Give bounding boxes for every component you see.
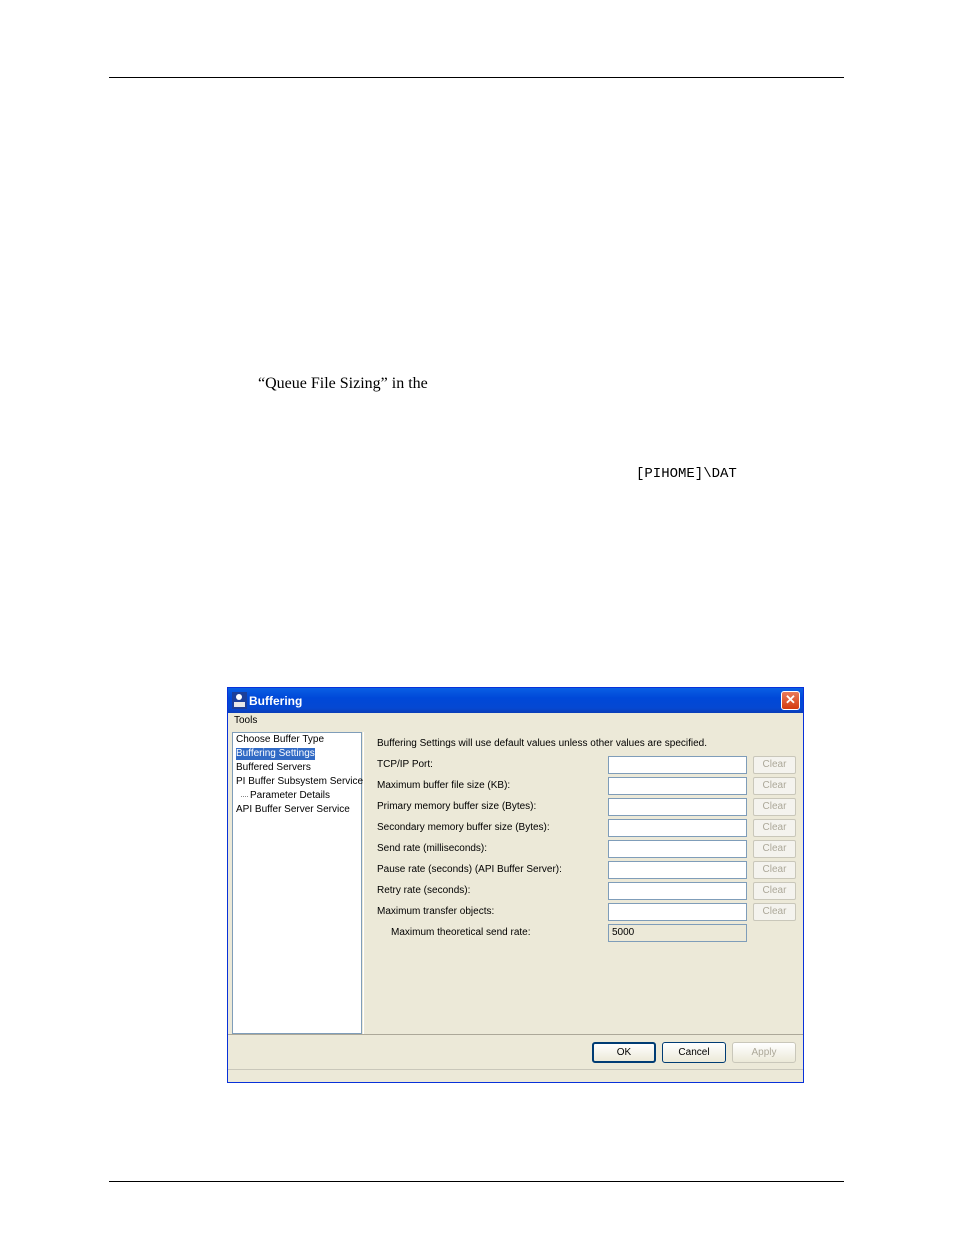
- nav-item-pi-buffer-subsystem-service[interactable]: PI Buffer Subsystem Service: [236, 776, 363, 788]
- max-buffer-file-size-clear-button[interactable]: Clear: [753, 777, 796, 795]
- max-send-rate-label: Maximum theoretical send rate:: [391, 927, 531, 938]
- retry-rate-clear-button[interactable]: Clear: [753, 882, 796, 900]
- pause-rate-input[interactable]: [608, 861, 747, 879]
- close-icon: ✕: [785, 692, 796, 707]
- apply-button[interactable]: Apply: [732, 1042, 796, 1063]
- settings-panel: Buffering Settings will use default valu…: [363, 732, 803, 1034]
- max-transfer-objects-label: Maximum transfer objects:: [377, 906, 495, 917]
- ok-button[interactable]: OK: [592, 1042, 656, 1063]
- path-text-fragment: [PIHOME]\DAT: [636, 466, 737, 482]
- panel-heading: Buffering Settings will use default valu…: [377, 738, 708, 749]
- pause-rate-clear-button[interactable]: Clear: [753, 861, 796, 879]
- max-buffer-file-size-label: Maximum buffer file size (KB):: [377, 780, 511, 791]
- primary-memory-buffer-clear-button[interactable]: Clear: [753, 798, 796, 816]
- secondary-memory-buffer-input[interactable]: [608, 819, 747, 837]
- dialog-title: Buffering: [249, 694, 303, 708]
- max-transfer-objects-input[interactable]: [608, 903, 747, 921]
- retry-rate-label: Retry rate (seconds):: [377, 885, 471, 896]
- primary-memory-buffer-label: Primary memory buffer size (Bytes):: [377, 801, 537, 812]
- close-button[interactable]: ✕: [781, 691, 800, 710]
- header-rule: [109, 77, 844, 78]
- tcp-port-label: TCP/IP Port:: [377, 759, 433, 770]
- max-send-rate-value: 5000: [608, 924, 747, 942]
- send-rate-input[interactable]: [608, 840, 747, 858]
- nav-item-buffering-settings[interactable]: Buffering Settings: [236, 748, 315, 760]
- retry-rate-input[interactable]: [608, 882, 747, 900]
- body-text-fragment: “Queue File Sizing” in the: [258, 375, 428, 392]
- nav-item-buffered-servers[interactable]: Buffered Servers: [236, 762, 311, 774]
- secondary-memory-buffer-label: Secondary memory buffer size (Bytes):: [377, 822, 550, 833]
- tcp-port-clear-button[interactable]: Clear: [753, 756, 796, 774]
- max-buffer-file-size-input[interactable]: [608, 777, 747, 795]
- bottom-divider: [228, 1034, 803, 1035]
- send-rate-label: Send rate (milliseconds):: [377, 843, 488, 854]
- buffering-dialog: Buffering ✕ Tools Choose Buffer Type Buf…: [227, 687, 804, 1083]
- status-bar: [228, 1069, 803, 1083]
- menu-tools[interactable]: Tools: [234, 715, 257, 726]
- tree-connector: [241, 796, 248, 797]
- app-icon: [232, 692, 247, 709]
- cancel-button[interactable]: Cancel: [662, 1042, 726, 1063]
- primary-memory-buffer-input[interactable]: [608, 798, 747, 816]
- send-rate-clear-button[interactable]: Clear: [753, 840, 796, 858]
- footer-rule: [109, 1181, 844, 1182]
- menu-bar: Tools: [228, 713, 803, 731]
- max-transfer-objects-clear-button[interactable]: Clear: [753, 903, 796, 921]
- nav-item-parameter-details[interactable]: Parameter Details: [250, 790, 330, 802]
- secondary-memory-buffer-clear-button[interactable]: Clear: [753, 819, 796, 837]
- title-bar[interactable]: Buffering ✕: [228, 688, 803, 713]
- tcp-port-input[interactable]: [608, 756, 747, 774]
- pause-rate-label: Pause rate (seconds) (API Buffer Server)…: [377, 864, 562, 875]
- nav-item-choose-buffer-type[interactable]: Choose Buffer Type: [236, 734, 324, 746]
- nav-item-api-buffer-server-service[interactable]: API Buffer Server Service: [236, 804, 350, 816]
- nav-tree: Choose Buffer Type Buffering Settings Bu…: [232, 732, 363, 1034]
